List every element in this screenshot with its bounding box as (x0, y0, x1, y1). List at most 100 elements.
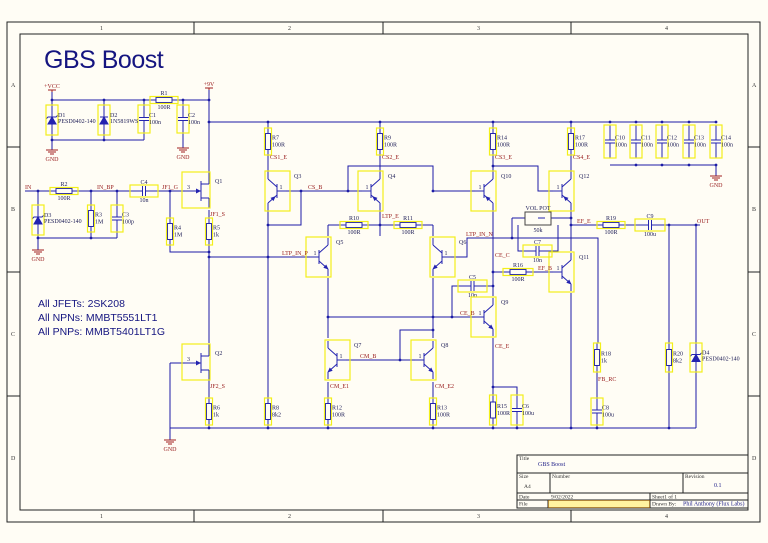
component-r3[interactable]: R31M (86, 204, 105, 233)
component-ref: Q4 (388, 174, 395, 180)
component-value: PESD0402-140 (702, 357, 740, 363)
component-r19[interactable]: R19 100R (596, 216, 626, 236)
ground-label: GND (177, 155, 191, 161)
resistor-symbol (345, 222, 363, 228)
component-r15[interactable]: R15100R (488, 394, 511, 426)
component-q1[interactable]: 3 Q1 (181, 171, 222, 209)
component-r10[interactable]: R10 100R (339, 216, 369, 236)
junction-dot (687, 120, 691, 124)
junction-dot (102, 138, 106, 142)
component-d3[interactable]: D3PESD0402-140 (31, 204, 82, 236)
resistor-symbol (602, 222, 620, 228)
component-d1[interactable]: D1PESD0402-140 (45, 104, 96, 136)
component-c5[interactable]: C5 10n (457, 275, 488, 299)
component-r8[interactable]: R88k2 (263, 397, 282, 426)
component-ref: Q5 (336, 240, 343, 246)
component-r9[interactable]: R9100R (375, 127, 398, 156)
component-q4[interactable]: 1 Q4 (357, 170, 395, 212)
net-label-ltp-in-p: LTP_IN_P (282, 251, 308, 257)
junction-dot (378, 120, 382, 124)
component-r14[interactable]: R14100R (488, 127, 511, 156)
component-value: 100R (332, 413, 345, 419)
component-r13[interactable]: R13100R (428, 397, 451, 426)
resistor-symbol (377, 133, 383, 150)
component-r12[interactable]: R12100R (323, 397, 346, 426)
component-q8[interactable]: 1 Q8 (410, 339, 448, 381)
power-port-label: +9V (204, 82, 215, 88)
component-ref: R13 (437, 406, 447, 412)
component-ref: R3 (95, 213, 102, 219)
junction-dot (660, 120, 664, 124)
component-c13[interactable]: C13100n (682, 124, 706, 159)
component-r7[interactable]: R7100R (263, 127, 286, 156)
power-port-label: +VCC (44, 84, 60, 90)
component-c2[interactable]: C2100n (176, 104, 200, 134)
component-c12[interactable]: C12100n (655, 124, 679, 159)
component-r4[interactable]: R41M (165, 217, 184, 246)
component-c14[interactable]: C14100n (709, 124, 733, 159)
column-label: 2 (288, 26, 291, 32)
net-label-cm-b: CM_B (360, 354, 376, 360)
gate-pin-number: 3 (187, 357, 190, 363)
component-value: 50k (534, 228, 543, 234)
component-q12[interactable]: 1 Q12 (548, 170, 589, 212)
component-r18[interactable]: R181k (592, 342, 612, 373)
component-c4[interactable]: C4 10n (129, 180, 159, 204)
row-label: A (752, 83, 757, 89)
tb-drawn-by: Phil Anthony (Flux Labs) (683, 501, 745, 508)
note-jfets: All JFETs: 2SK208 (38, 298, 125, 310)
component-r1[interactable]: R1 100R (149, 91, 179, 111)
ground-label: GND (710, 183, 724, 189)
junction-dot (660, 163, 664, 167)
component-r6[interactable]: R61k (204, 397, 221, 426)
component-ref: R5 (213, 226, 220, 232)
component-q10[interactable]: 1 Q10 (470, 170, 511, 212)
component-r2[interactable]: R2 100R (49, 182, 79, 202)
schematic-canvas: 1 2 3 4 1 2 3 4 A B C D A B C D GBS Boos… (6, 21, 761, 523)
component-c8[interactable]: C8100u (590, 397, 614, 426)
component-q2[interactable]: 3 Q2 (181, 343, 222, 381)
component-value: 1M (95, 220, 104, 226)
component-c6[interactable]: C6100u (510, 394, 534, 426)
component-value: 1k (213, 413, 219, 419)
component-d4[interactable]: D4PESD0402-140 (689, 342, 740, 373)
component-q9[interactable]: 1 Q9 (470, 296, 508, 338)
net-label-ce-b: CE_B (460, 311, 475, 317)
junction-dot (491, 385, 495, 389)
junction-dot (595, 426, 599, 430)
component-q5[interactable]: 1 Q5 (305, 236, 343, 278)
component-value: 1k (601, 359, 607, 365)
component-value: 100n (615, 143, 627, 149)
junction-dot (491, 270, 495, 274)
junction-dot (569, 120, 573, 124)
component-ref: C14 (721, 136, 731, 142)
component-r16[interactable]: R16 100R (502, 263, 534, 283)
component-value: 100u (522, 411, 534, 417)
component-volpot[interactable]: VOL POT 50k (524, 206, 552, 234)
resistor-symbol (568, 133, 574, 150)
component-r17[interactable]: R17100R (566, 127, 589, 156)
tb-revision-label: Revision (685, 474, 705, 480)
component-value: 100n (667, 143, 679, 149)
junction-dot (687, 163, 691, 167)
component-c10[interactable]: C10100n (603, 124, 627, 159)
component-r20[interactable]: R208k2 (664, 342, 684, 373)
component-c9[interactable]: C9 100u (634, 214, 666, 238)
net-label-cs-b: CS_B (308, 185, 322, 191)
base-pin-number: 1 (280, 185, 283, 191)
component-ref: C3 (122, 213, 129, 219)
component-q11[interactable]: 1 Q11 (548, 251, 589, 293)
component-d2[interactable]: D21N5819WS (97, 104, 138, 136)
tb-title-label: Title (519, 456, 530, 462)
junction-dot (36, 236, 40, 240)
component-ref: C13 (694, 136, 704, 142)
component-c3[interactable]: C3100p (110, 204, 134, 233)
component-ref: R1 (160, 91, 167, 97)
component-c11[interactable]: C11100n (629, 124, 653, 159)
component-r5[interactable]: R51k (204, 217, 221, 246)
component-value: 8k2 (272, 413, 281, 419)
note-pnps: All PNPs: MMBT5401LT1G (38, 326, 165, 338)
junction-dot (266, 120, 270, 124)
component-ref: R9 (384, 136, 391, 142)
component-c7[interactable]: C7 10n (522, 240, 553, 264)
